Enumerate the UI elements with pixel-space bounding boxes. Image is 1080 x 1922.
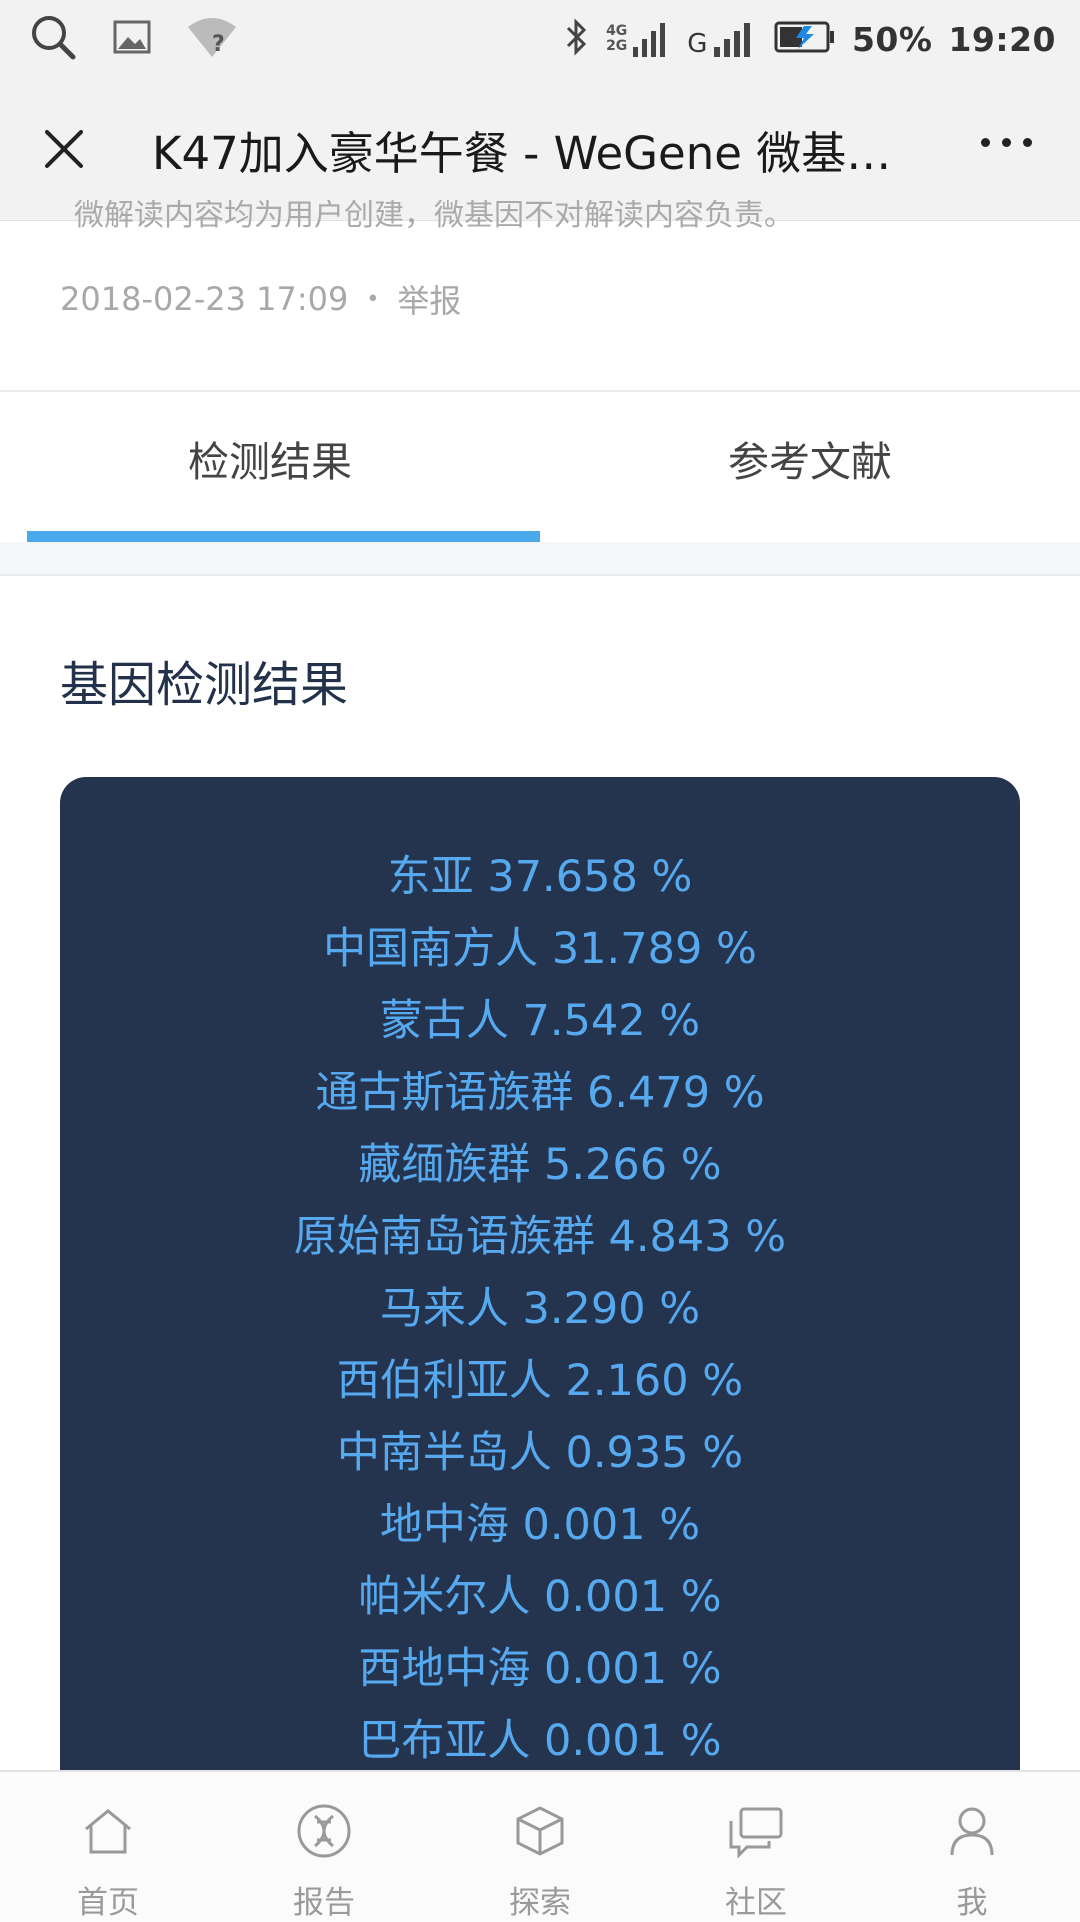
gallery-icon [112, 19, 152, 59]
nav-label: 首页 [77, 1885, 139, 1921]
result-item: 西地中海 0.001 % [358, 1644, 722, 1694]
result-item: 中国南方人 31.789 % [323, 924, 757, 974]
chat-icon [727, 1798, 785, 1863]
result-item: 巴布亚人 0.001 % [358, 1716, 722, 1766]
result-item: 西伯利亚人 2.160 % [336, 1356, 744, 1406]
bluetooth-icon [564, 17, 590, 61]
close-icon[interactable] [34, 119, 94, 179]
nav-me[interactable]: 我 [864, 1772, 1080, 1922]
battery-percent: 50% [851, 19, 933, 59]
person-icon [944, 1798, 1000, 1863]
nav-report[interactable]: 报告 [216, 1772, 432, 1922]
meta-separator: • [366, 286, 380, 312]
section-title: 基因检测结果 [60, 657, 349, 713]
mobile-signal-icon: 4G 2G [606, 19, 671, 59]
result-item: 原始南岛语族群 4.843 % [293, 1212, 787, 1262]
wifi-unknown-icon: ? [186, 15, 238, 63]
cube-icon [512, 1798, 568, 1863]
nav-label: 报告 [293, 1885, 355, 1921]
clock-time: 19:20 [948, 19, 1056, 59]
result-item: 地中海 0.001 % [379, 1500, 701, 1550]
publish-date: 2018-02-23 17:09 [60, 280, 349, 318]
search-icon [28, 12, 78, 66]
result-item: 蒙古人 7.542 % [379, 996, 701, 1046]
nav-explore[interactable]: 探索 [432, 1772, 648, 1922]
result-item: 通古斯语族群 6.479 % [315, 1068, 765, 1118]
result-item: 东亚 37.658 % [387, 852, 693, 902]
bottom-nav: 首页 报告 探索 社区 我 [0, 1770, 1080, 1922]
result-item: 藏缅族群 5.266 % [358, 1140, 722, 1190]
page-title: K47加入豪华午餐 - WeGene 微基… [152, 126, 892, 180]
disclaimer-text: 微解读内容均为用户创建，微基因不对解读内容负责。 [74, 200, 794, 232]
tab-bar: 检测结果 参考文献 [0, 392, 1080, 542]
nav-home[interactable]: 首页 [0, 1772, 216, 1922]
active-tab-indicator [27, 531, 540, 542]
battery-charging-icon [774, 20, 836, 58]
result-card: 东亚 37.658 % 中国南方人 31.789 % 蒙古人 7.542 % 通… [60, 777, 1020, 1920]
more-options-icon[interactable] [981, 138, 1032, 147]
home-icon [80, 1798, 136, 1863]
report-link[interactable]: 举报 [397, 276, 461, 322]
article-meta: 2018-02-23 17:09 • 举报 [60, 276, 461, 322]
status-bar: ? 4G 2G G 50% 19:20 [0, 0, 1080, 78]
nav-label: 探索 [509, 1885, 571, 1921]
result-item: 帕米尔人 0.001 % [358, 1572, 722, 1622]
result-item: 马来人 3.290 % [379, 1284, 701, 1334]
nav-community[interactable]: 社区 [648, 1772, 864, 1922]
nav-label: 社区 [725, 1885, 787, 1921]
signal-g-icon: G [687, 19, 758, 59]
nav-label: 我 [956, 1885, 988, 1921]
tab-references[interactable]: 参考文献 [540, 392, 1080, 542]
result-list: 东亚 37.658 % 中国南方人 31.789 % 蒙古人 7.542 % 通… [60, 841, 1020, 1777]
tab-results[interactable]: 检测结果 [0, 392, 540, 542]
svg-text:?: ? [212, 32, 225, 57]
dna-report-icon [295, 1798, 353, 1863]
result-item: 中南半岛人 0.935 % [336, 1428, 744, 1478]
section-spacer [0, 542, 1080, 576]
